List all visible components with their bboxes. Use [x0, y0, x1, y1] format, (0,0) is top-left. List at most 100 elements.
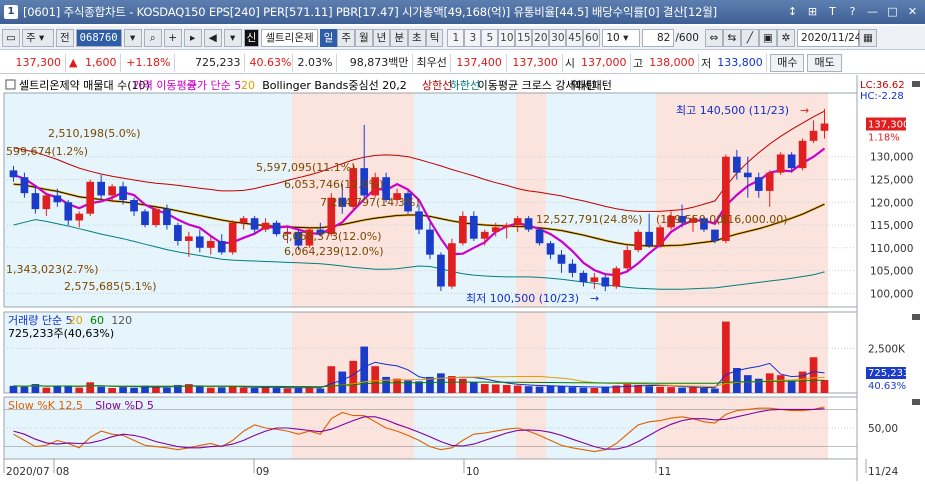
price-panel-menu-icon [912, 81, 920, 87]
volume-bar [108, 388, 116, 393]
close-icon[interactable]: ✕ [904, 3, 921, 20]
candle-body [217, 240, 226, 253]
zoom-in-icon[interactable]: ⇔ [704, 28, 723, 47]
prev-icon[interactable]: ▸ [183, 28, 202, 47]
interval-1[interactable]: 1 [447, 28, 465, 47]
volume-bar [667, 387, 675, 393]
candle-body [491, 227, 500, 232]
period-tick[interactable]: 틱 [425, 28, 444, 47]
volume-panel-menu-icon [912, 314, 920, 320]
gear-icon[interactable]: ✲ [776, 28, 795, 47]
candle-body [711, 229, 719, 241]
interval-30[interactable]: 30 [549, 28, 567, 47]
period-year[interactable]: 년 [372, 28, 391, 47]
price-axis-label: 130,000 [870, 152, 913, 164]
interval-3[interactable]: 3 [464, 28, 482, 47]
price-annotation: (116,000.00) [716, 213, 788, 226]
candle-body [64, 202, 73, 221]
candle-body [459, 215, 467, 244]
volume-legend-item: 거래량 단순 5 [8, 314, 73, 327]
interval-60[interactable]: 60 [583, 28, 601, 47]
sound-icon[interactable]: ◀ [203, 28, 222, 47]
volume-bar [480, 384, 489, 393]
interval-select[interactable]: 10 ▾ [602, 28, 641, 47]
tile-icon[interactable]: ⊞ [804, 3, 821, 20]
candle-body [53, 195, 62, 203]
stoch-legend-item: Slow %D 5 [95, 399, 154, 412]
price-band-4 [546, 93, 656, 307]
stoch-axis-label: 50,00 [868, 423, 898, 435]
candle-body [448, 243, 456, 287]
volume: 725,233 [175, 53, 246, 72]
interval-10[interactable]: 10 [498, 28, 516, 47]
interval-45[interactable]: 45 [566, 28, 584, 47]
volume-bar [272, 387, 281, 393]
zoom-out-icon[interactable]: ⇆ [722, 28, 741, 47]
price-legend-item: 하한선 [450, 78, 480, 92]
volume-bar [787, 380, 796, 393]
volume-band-4 [546, 312, 656, 393]
help-icon[interactable]: ? [844, 3, 861, 20]
page-input[interactable]: 82 [642, 28, 675, 47]
date-input[interactable]: 2020/11/24 [796, 28, 861, 47]
price-annotation: 12,527,791(24.8%) [536, 213, 643, 226]
quote-bar: 137,300 ▲ 1,600 +1.18% 725,233 40.63% 2.… [0, 52, 925, 74]
price-annotation: 최고 140,500 (11/23) [676, 104, 789, 117]
volume-legend-item: 60 [90, 314, 104, 327]
maximize-icon[interactable]: □ [884, 3, 901, 20]
period-minute[interactable]: 분 [390, 28, 409, 47]
candle-body [152, 209, 160, 226]
period-second[interactable]: 초 [408, 28, 426, 47]
legend-toggle-icon [5, 79, 16, 90]
volume-bar [820, 380, 829, 393]
volume-bar [776, 375, 785, 393]
chart-area[interactable]: 130,000 125,000 120,000 115,000 110,000 105,0… [0, 75, 925, 481]
current-price: 137,300 [0, 53, 66, 72]
volume-bar [20, 386, 29, 393]
price-axis-label: 115,000 [870, 220, 913, 232]
search-icon[interactable]: ⌕ [143, 28, 162, 47]
candle-body [130, 200, 138, 212]
interval-select-value: 10 [606, 31, 620, 44]
volume-bar [579, 387, 588, 393]
price-annotation: 최저 100,500 (10/23) [466, 292, 579, 305]
period-day[interactable]: 일 [319, 28, 338, 47]
price-axis-label: 105,000 [870, 266, 913, 278]
candle-body [535, 229, 544, 244]
candle-body [228, 222, 237, 253]
chart-svg[interactable]: 130,000 125,000 120,000 115,000 110,000 105,0… [0, 75, 925, 481]
chart-type-icon[interactable]: ▭ [2, 28, 20, 47]
add-icon[interactable]: + [163, 28, 182, 47]
buy-button[interactable]: 매수 [770, 53, 805, 72]
candle-body [634, 231, 643, 251]
best-quote-label: 최우선 [413, 53, 451, 72]
text-icon[interactable]: T [824, 3, 841, 20]
period-month[interactable]: 월 [355, 28, 373, 47]
volume-bar [152, 386, 160, 393]
stock-code-input[interactable]: 068760 [75, 28, 122, 47]
low-arrow-icon: → [590, 292, 599, 305]
code-dropdown-icon[interactable]: ▾ [123, 28, 142, 47]
menu-dropdown-icon[interactable]: ▾ [223, 28, 242, 47]
interval-20[interactable]: 20 [532, 28, 550, 47]
market-select[interactable]: 주 ▾ [22, 28, 54, 47]
link-icon[interactable]: ↕ [784, 3, 801, 20]
interval-15[interactable]: 15 [515, 28, 533, 47]
sell-button[interactable]: 매도 [807, 53, 842, 72]
volume-bar [678, 387, 686, 393]
open-price: 137,000 [577, 53, 631, 72]
volume-bar [64, 386, 73, 393]
minimize-icon[interactable]: — [864, 3, 881, 20]
type-select[interactable]: 전 [56, 28, 74, 47]
volume-bar [42, 387, 51, 393]
calendar-icon[interactable]: ▦ [858, 28, 877, 47]
save-icon[interactable]: ▣ [758, 28, 777, 47]
interval-5[interactable]: 5 [481, 28, 499, 47]
volume-bar [743, 375, 752, 393]
volume-bar [524, 386, 533, 393]
draw-icon[interactable]: ╱ [740, 28, 759, 47]
candle-body [250, 218, 259, 230]
market-select-value: 주 [26, 31, 36, 44]
period-week[interactable]: 주 [337, 28, 355, 47]
candle-body [239, 218, 248, 223]
